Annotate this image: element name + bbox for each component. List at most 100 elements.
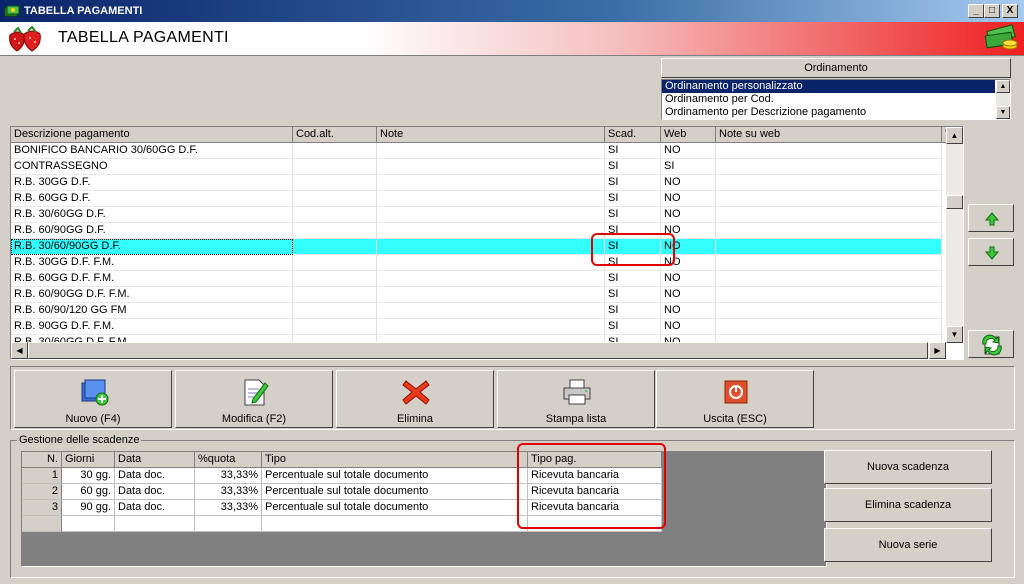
new-button[interactable]: Nuovo (F4)	[14, 370, 172, 428]
cell-scad[interactable]: SI	[605, 271, 661, 287]
scad-cell-data[interactable]: Data doc.	[115, 500, 195, 516]
ordinamento-option-descrizione[interactable]: Ordinamento per Descrizione pagamento	[662, 106, 1010, 119]
cell-descrizione[interactable]: R.B. 60GG D.F. F.M.	[11, 271, 293, 287]
cell-codalt[interactable]	[293, 191, 377, 207]
table-row[interactable]: R.B. 60/90/120 GG FM SI NO	[11, 303, 946, 319]
cell-web[interactable]: SI	[661, 159, 716, 175]
table-row[interactable]: R.B. 30GG D.F. F.M. SI NO	[11, 255, 946, 271]
cell-codalt[interactable]	[293, 159, 377, 175]
cell-web[interactable]: NO	[661, 303, 716, 319]
move-down-button[interactable]	[968, 238, 1014, 266]
table-row[interactable]: R.B. 30/60GG D.F. SI NO	[11, 207, 946, 223]
col-header-note[interactable]: Note	[377, 127, 605, 143]
cell-note[interactable]	[377, 239, 605, 255]
cell-web[interactable]: NO	[661, 287, 716, 303]
col-header-descrizione[interactable]: Descrizione pagamento	[11, 127, 293, 143]
cell-note-web[interactable]	[716, 191, 942, 207]
cell-codalt[interactable]	[293, 319, 377, 335]
scad-col-data[interactable]: Data	[115, 452, 195, 468]
cell-note[interactable]	[377, 271, 605, 287]
scad-cell-n[interactable]: 3	[22, 500, 62, 516]
new-series-button[interactable]: Nuova serie	[824, 528, 992, 562]
scad-col-tipo[interactable]: Tipo	[262, 452, 528, 468]
scad-cell-quota[interactable]: 33,33%	[195, 468, 262, 484]
scroll-up-icon[interactable]: ▲	[996, 80, 1010, 93]
scroll-down-icon[interactable]: ▼	[996, 106, 1010, 119]
scad-cell-tipo[interactable]: Percentuale sul totale documento	[262, 500, 528, 516]
scad-cell-empty[interactable]	[262, 516, 528, 532]
cell-descrizione[interactable]: R.B. 30/60GG D.F.	[11, 207, 293, 223]
cell-scad[interactable]: SI	[605, 143, 661, 159]
cell-scad[interactable]: SI	[605, 287, 661, 303]
ordinamento-option-personalizzato[interactable]: Ordinamento personalizzato	[662, 80, 995, 93]
cell-note[interactable]	[377, 191, 605, 207]
table-row[interactable]: R.B. 60/90GG D.F. F.M. SI NO	[11, 287, 946, 303]
col-header-scad[interactable]: Scad.	[605, 127, 661, 143]
cell-scad[interactable]: SI	[605, 319, 661, 335]
cell-note-web[interactable]	[716, 255, 942, 271]
table-row[interactable]: R.B. 30/60/90GG D.F. SI NO	[11, 239, 946, 255]
cell-web[interactable]: NO	[661, 175, 716, 191]
scroll-down-icon[interactable]: ▼	[946, 326, 963, 343]
scad-cell-tipo[interactable]: Percentuale sul totale documento	[262, 468, 528, 484]
cell-web[interactable]: NO	[661, 319, 716, 335]
scroll-up-icon[interactable]: ▲	[946, 127, 963, 144]
cell-descrizione[interactable]: R.B. 60/90GG D.F. F.M.	[11, 287, 293, 303]
edit-button[interactable]: Modifica (F2)	[175, 370, 333, 428]
scroll-thumb[interactable]	[28, 342, 928, 359]
cell-web[interactable]: NO	[661, 191, 716, 207]
scroll-left-icon[interactable]: ◀	[11, 342, 28, 359]
cell-codalt[interactable]	[293, 239, 377, 255]
cell-descrizione[interactable]: R.B. 30GG D.F.	[11, 175, 293, 191]
cell-scad[interactable]: SI	[605, 191, 661, 207]
scad-cell-quota[interactable]: 33,33%	[195, 500, 262, 516]
move-up-button[interactable]	[968, 204, 1014, 232]
cell-scad[interactable]: SI	[605, 175, 661, 191]
cell-note-web[interactable]	[716, 319, 942, 335]
cell-note-web[interactable]	[716, 223, 942, 239]
col-header-codalt[interactable]: Cod.alt.	[293, 127, 377, 143]
scad-cell-giorni[interactable]: 90 gg.	[62, 500, 115, 516]
scad-cell-empty[interactable]	[115, 516, 195, 532]
ordinamento-option-cod[interactable]: Ordinamento per Cod.	[662, 93, 1010, 106]
scad-cell-data[interactable]: Data doc.	[115, 468, 195, 484]
cell-note-web[interactable]	[716, 287, 942, 303]
table-row[interactable]: R.B. 60GG D.F. SI NO	[11, 191, 946, 207]
cell-codalt[interactable]	[293, 303, 377, 319]
close-button[interactable]: X	[1002, 4, 1018, 18]
cell-codalt[interactable]	[293, 287, 377, 303]
scad-cell-data[interactable]: Data doc.	[115, 484, 195, 500]
cell-codalt[interactable]	[293, 271, 377, 287]
cell-descrizione[interactable]: R.B. 60/90GG D.F.	[11, 223, 293, 239]
ordinamento-listbox[interactable]: Ordinamento personalizzato Ordinamento p…	[661, 79, 1011, 120]
cell-descrizione[interactable]: CONTRASSEGNO	[11, 159, 293, 175]
minimize-button[interactable]: _	[968, 4, 984, 18]
cell-note[interactable]	[377, 175, 605, 191]
cell-codalt[interactable]	[293, 255, 377, 271]
col-header-web[interactable]: Web	[661, 127, 716, 143]
scad-cell-n[interactable]: 2	[22, 484, 62, 500]
col-header-note-web[interactable]: Note su web	[716, 127, 942, 143]
cell-descrizione[interactable]: R.B. 30GG D.F. F.M.	[11, 255, 293, 271]
scad-cell-empty[interactable]	[195, 516, 262, 532]
cell-note-web[interactable]	[716, 239, 942, 255]
cell-note[interactable]	[377, 159, 605, 175]
exit-button[interactable]: Uscita (ESC)	[656, 370, 814, 428]
cell-scad[interactable]: SI	[605, 303, 661, 319]
scad-cell-giorni[interactable]: 60 gg.	[62, 484, 115, 500]
cell-descrizione[interactable]: R.B. 60/90/120 GG FM	[11, 303, 293, 319]
delete-due-date-button[interactable]: Elimina scadenza	[824, 488, 992, 522]
cell-descrizione[interactable]: BONIFICO BANCARIO 30/60GG D.F.	[11, 143, 293, 159]
delete-button[interactable]: Elimina	[336, 370, 494, 428]
cell-codalt[interactable]	[293, 223, 377, 239]
cell-note[interactable]	[377, 255, 605, 271]
cell-note[interactable]	[377, 319, 605, 335]
scad-cell-n[interactable]: 1	[22, 468, 62, 484]
table-row[interactable]: R.B. 30GG D.F. SI NO	[11, 175, 946, 191]
grid-horizontal-scrollbar[interactable]: ◀ ▶	[11, 342, 946, 359]
cell-codalt[interactable]	[293, 143, 377, 159]
table-row[interactable]: R.B. 60GG D.F. F.M. SI NO	[11, 271, 946, 287]
scad-col-n[interactable]: N.	[22, 452, 62, 468]
table-row[interactable]: CONTRASSEGNO SI SI	[11, 159, 946, 175]
cell-note[interactable]	[377, 143, 605, 159]
